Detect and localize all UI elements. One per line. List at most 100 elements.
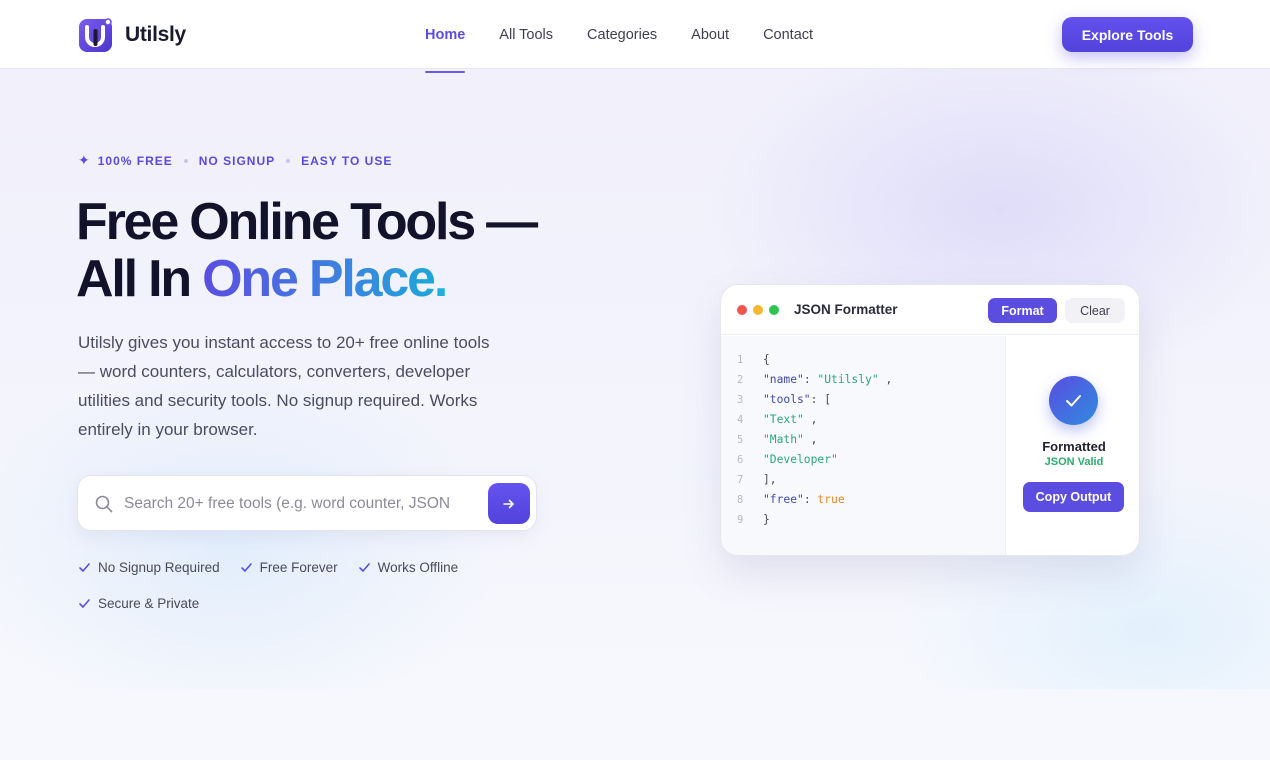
code-token: , <box>803 433 818 446</box>
hero-title-accent: One Place <box>202 250 436 308</box>
badge-separator <box>183 158 188 163</box>
nav-home[interactable]: Home <box>425 0 466 73</box>
nav-about[interactable]: About <box>691 0 729 69</box>
feature-label: Secure & Private <box>98 595 200 611</box>
main-nav: Home All Tools Categories About Contact <box>425 0 847 73</box>
code-text: "name": "Utilsly" , <box>763 370 892 390</box>
code-editor[interactable]: 1{2 "name": "Utilsly" , 3 "tools": [4 "Text"… <box>721 336 1006 555</box>
json-formatter-card: JSON Formatter Format Clear 1{2 "name": "… <box>720 284 1140 556</box>
code-line: 8 "free": true <box>721 490 1005 510</box>
feature-label: Works Offline <box>377 559 459 575</box>
feature-item: No Signup Required <box>78 558 220 576</box>
check-icon <box>358 562 370 572</box>
hero-title-dot: . <box>433 250 448 308</box>
copy-output-button[interactable]: Copy Output <box>1023 482 1124 512</box>
code-line: 2 "name": "Utilsly" , <box>721 370 1005 390</box>
line-number: 1 <box>737 354 744 366</box>
explore-tools-button[interactable]: Explore Tools <box>1062 17 1193 52</box>
code-line: 5 "Math" , <box>721 430 1005 450</box>
code-token: "name" <box>763 373 804 386</box>
feature-item: Free Forever <box>240 558 338 576</box>
code-token: : <box>803 373 818 386</box>
search-input[interactable] <box>124 490 484 518</box>
hero-title-line1: Free Online Tools — <box>76 193 538 251</box>
code-token: , <box>803 413 818 426</box>
code-line: 6 "Developer" <box>721 450 1005 470</box>
line-number: 5 <box>737 434 744 446</box>
code-token: "Utilsly" <box>817 373 879 386</box>
check-icon <box>240 562 252 572</box>
window-dot-green <box>769 305 779 315</box>
code-token: "Text" <box>763 413 804 426</box>
code-line: 4 "Text" , <box>721 410 1005 430</box>
logo-icon <box>78 16 115 53</box>
code-line: 9} <box>721 510 1005 530</box>
code-token: { <box>763 353 770 366</box>
line-number: 8 <box>737 494 744 506</box>
search-submit-button[interactable] <box>488 483 530 524</box>
hero-title-line2: All In <box>76 250 203 308</box>
badge-free: 100% FREE <box>97 153 173 168</box>
status-label: Formatted <box>1042 439 1106 454</box>
line-number: 4 <box>737 414 744 426</box>
code-text: "free": true <box>763 490 845 510</box>
line-number: 7 <box>737 474 744 486</box>
code-text: { <box>763 350 770 370</box>
feature-item: Secure & Private <box>78 594 199 612</box>
code-token: "free" <box>763 493 804 506</box>
feature-list: No Signup Required Free Forever Works Of… <box>78 558 498 630</box>
nav-contact[interactable]: Contact <box>763 0 813 69</box>
code-token: } <box>763 513 770 526</box>
line-number: 2 <box>737 374 744 386</box>
code-line: 3 "tools": [ <box>721 390 1005 410</box>
code-token: "Developer" <box>763 453 838 466</box>
code-text: "Math" , <box>763 430 817 450</box>
code-line: 7], <box>721 470 1005 490</box>
hero-title: Free Online Tools — All In One Place. <box>76 193 538 308</box>
code-text: ], <box>763 470 777 490</box>
code-text: "Text" , <box>763 410 817 430</box>
logo-text: Utilsly <box>125 22 186 46</box>
clear-button[interactable]: Clear <box>1065 298 1125 323</box>
check-icon <box>79 598 90 608</box>
line-number: 3 <box>737 394 744 406</box>
result-panel: Formatted JSON Valid Copy Output <box>1007 336 1139 555</box>
navbar: Utilsly Home All Tools Categories About … <box>0 0 1270 73</box>
feature-label: Free Forever <box>259 559 338 575</box>
search-bar <box>77 475 537 531</box>
code-text: "tools": [ <box>763 390 831 410</box>
code-text: "Developer" <box>763 450 838 470</box>
feature-item: Works Offline <box>358 558 459 576</box>
format-button[interactable]: Format <box>988 298 1057 323</box>
search-icon <box>95 495 113 513</box>
status-sublabel: JSON Valid <box>1044 456 1104 468</box>
code-token: "Math" <box>763 433 804 446</box>
card-header: JSON Formatter Format Clear <box>721 285 1139 335</box>
code-token: true <box>817 493 845 506</box>
code-token: , <box>878 373 893 386</box>
nav-all-tools[interactable]: All Tools <box>499 0 553 69</box>
badge-separator <box>286 158 291 163</box>
code-token: "tools" <box>763 393 811 406</box>
card-title: JSON Formatter <box>794 302 898 317</box>
hero-description: Utilsly gives you instant access to 20+ … <box>78 333 490 439</box>
logo[interactable]: Utilsly <box>78 16 186 53</box>
window-dot-red <box>737 305 747 315</box>
code-text: } <box>763 510 770 530</box>
line-number: 9 <box>737 514 744 526</box>
check-icon <box>79 562 90 572</box>
nav-categories[interactable]: Categories <box>587 0 657 69</box>
line-number: 6 <box>737 454 744 466</box>
sparkle-icon: ✦ <box>78 152 91 168</box>
code-token: : [ <box>810 393 832 406</box>
code-token: ], <box>763 473 777 486</box>
badge-no-signup: NO SIGNUP <box>198 153 276 168</box>
code-line: 1{ <box>721 350 1005 370</box>
check-circle-icon <box>1049 376 1098 425</box>
code-token: : <box>803 493 818 506</box>
window-dot-yellow <box>753 305 763 315</box>
arrow-right-icon <box>503 499 514 508</box>
hero-badges: ✦ 100% FREE NO SIGNUP EASY TO USE <box>78 152 392 169</box>
badge-easy: EASY TO USE <box>301 153 393 168</box>
feature-label: No Signup Required <box>98 559 220 575</box>
